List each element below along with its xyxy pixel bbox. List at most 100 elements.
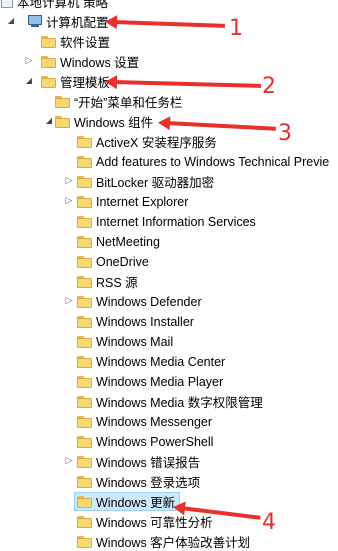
folder-icon (77, 235, 92, 248)
tree-item[interactable]: Windows Installer (0, 311, 338, 331)
tree-item[interactable]: NetMeeting (0, 231, 338, 251)
folder-icon (77, 275, 92, 288)
tree-item-label: Windows Messenger (96, 414, 213, 429)
tree-item[interactable]: Windows PowerShell (0, 431, 338, 451)
tree-item-label-box[interactable]: Windows Media 数字权限管理 (74, 392, 268, 411)
folder-icon (77, 375, 92, 388)
tree-item[interactable]: Windows 可靠性分析 (0, 511, 338, 531)
expand-arrow-icon[interactable] (6, 15, 16, 25)
collapse-arrow-icon[interactable] (64, 195, 74, 205)
collapse-arrow-icon[interactable] (64, 175, 74, 185)
tree-item-label-box[interactable]: Internet Information Services (74, 212, 261, 231)
annotation-number-1: 1 (229, 16, 243, 41)
annotation-number-2: 2 (262, 74, 276, 99)
tree-item-label: Windows 更新 (96, 496, 176, 510)
tree-item-label-box[interactable]: NetMeeting (74, 232, 165, 251)
folder-icon (77, 155, 92, 168)
folder-icon (77, 295, 92, 308)
tree-item-label: RSS 源 (96, 276, 138, 290)
tree-item-label-box[interactable]: 软件设置 (38, 32, 115, 51)
tree-item[interactable]: Windows Mail (0, 331, 338, 351)
tree-item-label-box[interactable]: Windows 更新 (74, 492, 181, 511)
tree-item-label: 软件设置 (60, 36, 111, 50)
tree-item[interactable]: Windows Media Player (0, 371, 338, 391)
tree-item-label: Windows Defender (96, 294, 202, 309)
tree-item-label-box[interactable]: RSS 源 (74, 272, 143, 291)
tree-item[interactable]: Add features to Windows Technical Previe (0, 151, 338, 171)
folder-icon (77, 475, 92, 488)
tree-item-label: Windows 组件 (74, 116, 154, 130)
tree-item[interactable]: Windows Media Center (0, 351, 338, 371)
folder-icon (77, 415, 92, 428)
tree-item-label: 管理模板 (60, 76, 111, 90)
tree-item-label-box[interactable]: Windows PowerShell (74, 432, 218, 451)
tree-item-label-box[interactable]: Windows Mail (74, 332, 178, 351)
tree-item[interactable]: Windows 设置 (0, 51, 338, 71)
tree-item[interactable]: Windows Defender (0, 291, 338, 311)
folder-icon (77, 435, 92, 448)
tree-item-label-box[interactable]: Internet Explorer (74, 192, 193, 211)
folder-icon (77, 495, 92, 508)
folder-icon (41, 55, 56, 68)
tree-item-label-box[interactable]: 计算机配置 (24, 12, 114, 31)
tree-item-label-box[interactable]: Windows 可靠性分析 (74, 512, 218, 531)
tree-item-label-box[interactable]: Windows 错误报告 (74, 452, 205, 471)
folder-icon (77, 175, 92, 188)
folder-icon (77, 255, 92, 268)
tree-item-label-box[interactable]: ActiveX 安装程序服务 (74, 132, 222, 151)
folder-icon (77, 395, 92, 408)
tree-item-label-box[interactable]: Windows 客户体验改善计划 (74, 532, 255, 551)
tree-item-label: Windows Media 数字权限管理 (96, 396, 263, 410)
tree-item[interactable]: Windows 登录选项 (0, 471, 338, 491)
tree-item-label: NetMeeting (96, 234, 160, 249)
tree-item-label: Internet Explorer (96, 194, 189, 209)
tree-item-label: Windows Installer (96, 314, 194, 329)
tree-item[interactable]: Windows 客户体验改善计划 (0, 531, 338, 551)
tree-item-label: Windows 设置 (60, 56, 140, 70)
tree-item[interactable]: 软件设置 (0, 31, 338, 51)
tree-item-label-box[interactable]: Windows Media Center (74, 352, 230, 371)
tree-item[interactable]: Windows 错误报告 (0, 451, 338, 471)
tree-item[interactable]: Internet Information Services (0, 211, 338, 231)
tree-item-label: Windows 客户体验改善计划 (96, 536, 251, 550)
collapse-arrow-icon[interactable] (64, 295, 74, 305)
tree-item[interactable]: “开始”菜单和任务栏 (0, 91, 338, 111)
tree-item-label-box[interactable]: Windows Installer (74, 312, 199, 331)
tree-item-label-box[interactable]: OneDrive (74, 252, 154, 271)
tree-item-label: “开始”菜单和任务栏 (74, 96, 183, 110)
tree-item[interactable]: Internet Explorer (0, 191, 338, 211)
folder-icon (41, 35, 56, 48)
tree-item-label: Windows 登录选项 (96, 476, 201, 490)
tree-item-label-box[interactable]: Windows Messenger (74, 412, 217, 431)
tree-item-label-box[interactable]: “开始”菜单和任务栏 (52, 92, 187, 111)
tree-item[interactable]: Windows Messenger (0, 411, 338, 431)
folder-icon (77, 215, 92, 228)
tree-item[interactable]: RSS 源 (0, 271, 338, 291)
tree-item-label-box[interactable]: Windows 登录选项 (74, 472, 205, 491)
folder-icon (77, 455, 92, 468)
tree-item-label-box[interactable]: Windows Media Player (74, 372, 228, 391)
collapse-arrow-icon[interactable] (24, 55, 34, 65)
tree-item[interactable]: Windows 更新 (0, 491, 338, 511)
tree-item[interactable]: Windows Media 数字权限管理 (0, 391, 338, 411)
tree-item-label-box[interactable]: Add features to Windows Technical Previe (74, 152, 334, 171)
tree-item-label: Windows 错误报告 (96, 456, 201, 470)
tree-item-label-box[interactable]: BitLocker 驱动器加密 (74, 172, 219, 191)
tree-item-label-box[interactable]: 管理模板 (38, 72, 115, 91)
tree-item-label-box[interactable]: Windows 设置 (38, 52, 144, 71)
computer-icon (27, 15, 42, 28)
folder-icon (77, 335, 92, 348)
tree-item[interactable]: BitLocker 驱动器加密 (0, 171, 338, 191)
tree-item-label-box[interactable]: Windows Defender (74, 292, 207, 311)
tree-item-label-box[interactable]: Windows 组件 (52, 112, 158, 131)
tree-item-label: ActiveX 安装程序服务 (96, 136, 217, 150)
tree-item-label: OneDrive (96, 254, 149, 269)
folder-icon (77, 515, 92, 528)
tree-item[interactable]: OneDrive (0, 251, 338, 271)
tree-root-label-box[interactable]: 本地计算机 策略 (0, 0, 113, 11)
policy-icon (1, 0, 13, 8)
tree-item-label: Windows 可靠性分析 (96, 516, 213, 530)
collapse-arrow-icon[interactable] (64, 455, 74, 465)
expand-arrow-icon[interactable] (24, 75, 34, 85)
tree-root-row[interactable]: 本地计算机 策略 (0, 0, 338, 11)
